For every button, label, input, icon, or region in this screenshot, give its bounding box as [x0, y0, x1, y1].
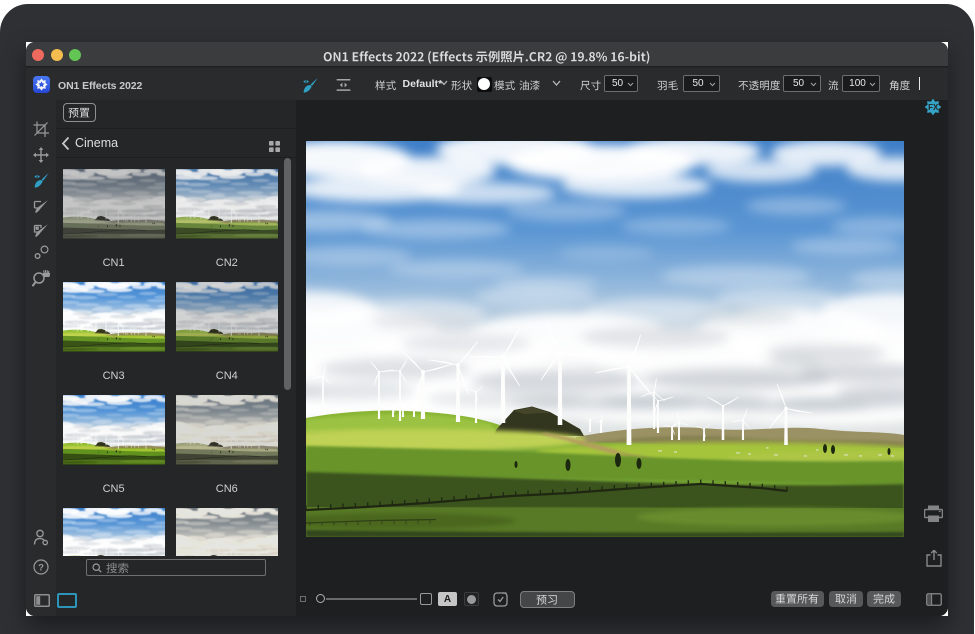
svg-text:FX: FX — [928, 103, 939, 112]
svg-text:?: ? — [38, 562, 44, 573]
